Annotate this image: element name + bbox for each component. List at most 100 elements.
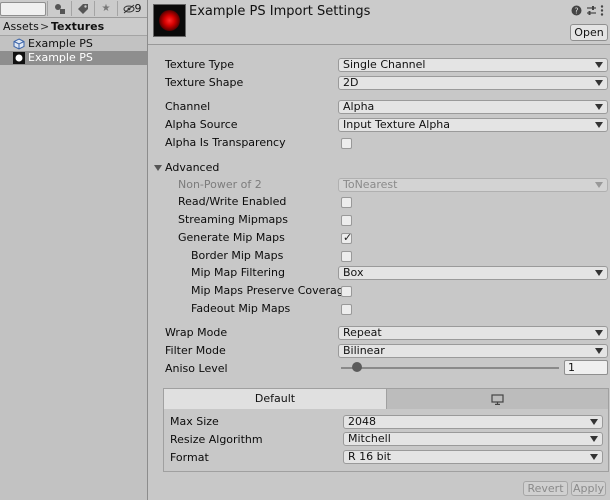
wrap-mode-dropdown[interactable]: Repeat bbox=[338, 326, 608, 340]
generate-mip-maps-checkbox[interactable]: ✓ bbox=[341, 231, 353, 244]
texture-type-value: Single Channel bbox=[343, 58, 426, 71]
channel-value: Alpha bbox=[343, 100, 375, 113]
border-mip-maps-checkbox[interactable] bbox=[341, 251, 352, 262]
mip-map-filtering-dropdown[interactable]: Box bbox=[338, 266, 608, 280]
aniso-level-label: Aniso Level bbox=[165, 362, 228, 375]
fadeout-mip-maps-checkbox[interactable] bbox=[341, 304, 352, 315]
texture-shape-dropdown[interactable]: 2D bbox=[338, 76, 608, 90]
border-mip-maps-label: Border Mip Maps bbox=[191, 249, 284, 262]
favorites-button[interactable]: ★ bbox=[95, 1, 117, 16]
streaming-mipmaps-checkbox[interactable] bbox=[341, 215, 352, 226]
filter-mode-value: Bilinear bbox=[343, 344, 385, 357]
breadcrumb-textures[interactable]: Textures bbox=[51, 20, 104, 33]
resize-algorithm-value: Mitchell bbox=[348, 432, 391, 445]
chevron-down-icon bbox=[590, 454, 598, 460]
alpha-source-label: Alpha Source bbox=[165, 118, 238, 131]
mip-map-filtering-label: Mip Map Filtering bbox=[191, 266, 285, 279]
generate-mip-maps-label: Generate Mip Maps bbox=[178, 231, 285, 244]
format-label: Format bbox=[170, 451, 209, 464]
max-size-value: 2048 bbox=[348, 415, 376, 428]
presets-sliders-icon[interactable] bbox=[586, 5, 597, 19]
non-power-of-2-dropdown: ToNearest bbox=[338, 178, 608, 192]
open-button[interactable]: Open bbox=[570, 24, 608, 41]
filter-by-type-icon bbox=[55, 3, 65, 14]
chevron-down-icon bbox=[590, 419, 598, 425]
texture-type-dropdown[interactable]: Single Channel bbox=[338, 58, 608, 72]
wrap-mode-label: Wrap Mode bbox=[165, 326, 228, 339]
star-icon: ★ bbox=[101, 3, 111, 14]
tab-standalone[interactable] bbox=[387, 389, 608, 409]
alpha-is-transparency-label: Alpha Is Transparency bbox=[165, 136, 286, 149]
file-name: Example PS bbox=[28, 51, 93, 64]
help-icon[interactable]: ? bbox=[571, 5, 582, 19]
wrap-mode-value: Repeat bbox=[343, 326, 382, 339]
apply-button[interactable]: Apply bbox=[571, 481, 606, 496]
channel-dropdown[interactable]: Alpha bbox=[338, 100, 608, 114]
hidden-count: 9 bbox=[134, 2, 142, 15]
chevron-down-icon bbox=[595, 348, 603, 354]
checkmark-icon: ✓ bbox=[343, 231, 353, 244]
filter-by-label-button[interactable] bbox=[72, 1, 94, 16]
project-search-input[interactable] bbox=[0, 2, 46, 16]
max-size-label: Max Size bbox=[170, 415, 219, 428]
chevron-down-icon bbox=[595, 330, 603, 336]
project-toolbar: ★ 9 bbox=[0, 0, 147, 18]
format-value: R 16 bit bbox=[348, 450, 391, 463]
aniso-level-slider-handle[interactable] bbox=[352, 362, 362, 372]
filter-mode-label: Filter Mode bbox=[165, 344, 226, 357]
texture-thumbnail-icon bbox=[13, 52, 25, 64]
foldout-arrow-icon[interactable] bbox=[154, 165, 162, 171]
toolbar-separator bbox=[47, 1, 48, 16]
breadcrumb: Assets > Textures bbox=[0, 18, 147, 36]
label-tag-icon bbox=[78, 3, 88, 14]
texture-shape-value: 2D bbox=[343, 76, 359, 89]
prefab-cube-icon bbox=[13, 38, 25, 50]
chevron-down-icon bbox=[595, 104, 603, 110]
inspector-title: Example PS Import Settings bbox=[189, 4, 371, 19]
chevron-down-icon bbox=[595, 62, 603, 68]
read-write-label: Read/Write Enabled bbox=[178, 195, 287, 208]
alpha-source-value: Input Texture Alpha bbox=[343, 118, 451, 131]
chevron-down-icon bbox=[595, 182, 603, 188]
texture-preview-thumbnail bbox=[153, 4, 186, 37]
tab-default[interactable]: Default bbox=[164, 389, 387, 409]
alpha-is-transparency-checkbox[interactable] bbox=[341, 138, 352, 149]
svg-text:?: ? bbox=[574, 7, 578, 16]
eye-slash-icon bbox=[123, 4, 134, 13]
fadeout-mip-maps-label: Fadeout Mip Maps bbox=[191, 302, 291, 315]
resize-algorithm-label: Resize Algorithm bbox=[170, 433, 263, 446]
breadcrumb-separator: > bbox=[40, 20, 50, 33]
mip-maps-preserve-coverage-checkbox[interactable] bbox=[341, 286, 352, 297]
chevron-down-icon bbox=[595, 122, 603, 128]
channel-label: Channel bbox=[165, 100, 211, 113]
kebab-menu-icon[interactable] bbox=[600, 5, 604, 19]
chevron-down-icon bbox=[595, 270, 603, 276]
aniso-level-input[interactable]: 1 bbox=[564, 360, 608, 375]
resize-algorithm-dropdown[interactable]: Mitchell bbox=[343, 432, 603, 446]
mip-maps-preserve-coverage-label: Mip Maps Preserve Coverage bbox=[191, 284, 351, 297]
aniso-level-slider-track[interactable] bbox=[341, 367, 559, 369]
advanced-foldout-label[interactable]: Advanced bbox=[165, 161, 219, 175]
filter-mode-dropdown[interactable]: Bilinear bbox=[338, 344, 608, 358]
texture-type-label: Texture Type bbox=[165, 58, 235, 71]
format-dropdown[interactable]: R 16 bit bbox=[343, 450, 603, 464]
revert-button[interactable]: Revert bbox=[523, 481, 568, 496]
alpha-source-dropdown[interactable]: Input Texture Alpha bbox=[338, 118, 608, 132]
chevron-down-icon bbox=[595, 80, 603, 86]
streaming-mipmaps-label: Streaming Mipmaps bbox=[178, 213, 289, 226]
breadcrumb-assets[interactable]: Assets bbox=[3, 20, 39, 33]
monitor-icon bbox=[491, 393, 504, 405]
list-item[interactable]: Example PS bbox=[0, 51, 147, 65]
create-menu-button[interactable] bbox=[49, 1, 71, 16]
read-write-checkbox[interactable] bbox=[341, 197, 352, 208]
list-item[interactable]: Example PS bbox=[0, 37, 147, 51]
hidden-packages-button[interactable]: 9 bbox=[118, 1, 146, 16]
non-power-of-2-label: Non-Power of 2 bbox=[178, 178, 262, 191]
file-name: Example PS bbox=[28, 37, 93, 50]
non-power-of-2-value: ToNearest bbox=[343, 178, 398, 191]
chevron-down-icon bbox=[590, 436, 598, 442]
max-size-dropdown[interactable]: 2048 bbox=[343, 415, 603, 429]
texture-shape-label: Texture Shape bbox=[165, 76, 244, 89]
project-panel bbox=[0, 0, 147, 500]
mip-map-filtering-value: Box bbox=[343, 266, 364, 279]
